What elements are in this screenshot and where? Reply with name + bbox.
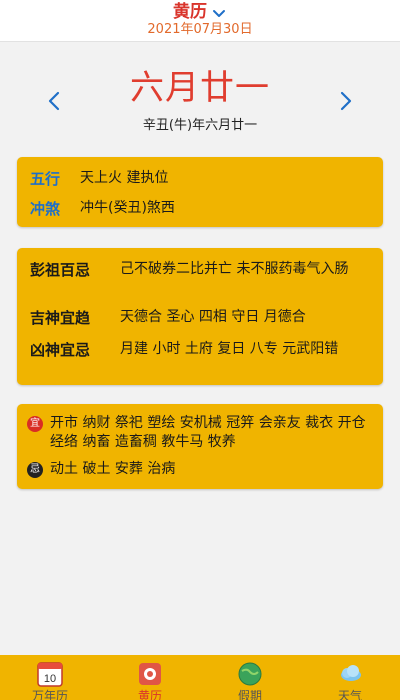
lunar-year-text: 辛丑(牛)年六月廿一 [142, 118, 258, 133]
xiongshen-value: 月建 小时 土府 复日 八专 元武阳错 [120, 341, 339, 357]
yi-ji-card: 宜 开市 纳财 祭祀 塑绘 安机械 冠笄 会亲友 裁衣 开仓 经络 纳畜 造畜稠… [17, 404, 383, 489]
ji-badge-icon: 忌 [27, 462, 43, 478]
tab-label-almanac: 黄历 [137, 689, 162, 700]
chevron-down-icon[interactable] [211, 5, 227, 21]
gods-card: 彭祖百忌 己不破券二比并亡 未不服药毒气入肠 吉神宜趋 天德合 圣心 四相 守日… [17, 248, 383, 385]
globe-icon [238, 662, 262, 686]
chongsha-label: 冲煞 [30, 200, 61, 218]
page-title[interactable]: 黄历 [173, 2, 207, 22]
svg-text:10: 10 [44, 673, 56, 685]
jishen-label: 吉神宜趋 [30, 309, 91, 327]
ji-row: 忌 动土 破土 安葬 治病 [27, 460, 373, 479]
tab-weather[interactable]: 天气 [300, 655, 400, 700]
header-title-row[interactable]: 黄历 [0, 2, 400, 22]
yi-row: 宜 开市 纳财 祭祀 塑绘 安机械 冠笄 会亲友 裁衣 开仓 经络 纳畜 造畜稠… [27, 414, 373, 452]
tab-holiday[interactable]: 假期 [200, 655, 300, 700]
pengzu-value: 己不破券二比并亡 未不服药毒气入肠 [120, 261, 349, 277]
next-day-button[interactable] [336, 88, 356, 114]
tab-label-weather: 天气 [337, 689, 362, 700]
tab-calendar[interactable]: 10 万年历 [0, 655, 100, 700]
pengzu-row: 彭祖百忌 己不破券二比并亡 未不服药毒气入肠 [30, 260, 373, 280]
yi-badge-icon: 宜 [27, 416, 43, 432]
tab-label-holiday: 假期 [237, 689, 262, 700]
pengzu-label: 彭祖百忌 [30, 261, 91, 279]
wuxing-label: 五行 [30, 170, 61, 188]
bottom-tab-bar: 10 万年历 黄历 假期 天气 [0, 655, 400, 700]
chevron-right-icon [340, 91, 352, 111]
wuxing-card: 五行 天上火 建执位 冲煞 冲牛(癸丑)煞西 [17, 157, 383, 227]
xiongshen-row: 凶神宜忌 月建 小时 土府 复日 八专 元武阳错 [30, 340, 373, 360]
lunar-date-row: 六月廿一 [0, 66, 400, 116]
ji-value: 动土 破土 安葬 治病 [50, 461, 176, 477]
jishen-value: 天德合 圣心 四相 守日 月德合 [120, 309, 306, 325]
almanac-icon [139, 663, 161, 685]
calendar-icon: 10 [37, 662, 63, 687]
yi-value: 开市 纳财 祭祀 塑绘 安机械 冠笄 会亲友 裁衣 开仓 经络 纳畜 造畜稠 教… [50, 415, 366, 450]
weather-cloud-icon [341, 665, 361, 681]
tab-almanac[interactable]: 黄历 [100, 655, 200, 700]
xiongshen-label: 凶神宜忌 [30, 341, 91, 359]
wuxing-row: 五行 天上火 建执位 [30, 169, 373, 189]
tab-label-calendar: 万年历 [31, 689, 68, 700]
jishen-row: 吉神宜趋 天德合 圣心 四相 守日 月德合 [30, 308, 373, 328]
chongsha-value: 冲牛(癸丑)煞西 [80, 200, 175, 216]
wuxing-value: 天上火 建执位 [80, 170, 169, 186]
header-date: 2021年07月30日 [147, 22, 253, 37]
chongsha-row: 冲煞 冲牛(癸丑)煞西 [30, 199, 373, 219]
app-header: 黄历 2021年07月30日 [0, 0, 400, 42]
